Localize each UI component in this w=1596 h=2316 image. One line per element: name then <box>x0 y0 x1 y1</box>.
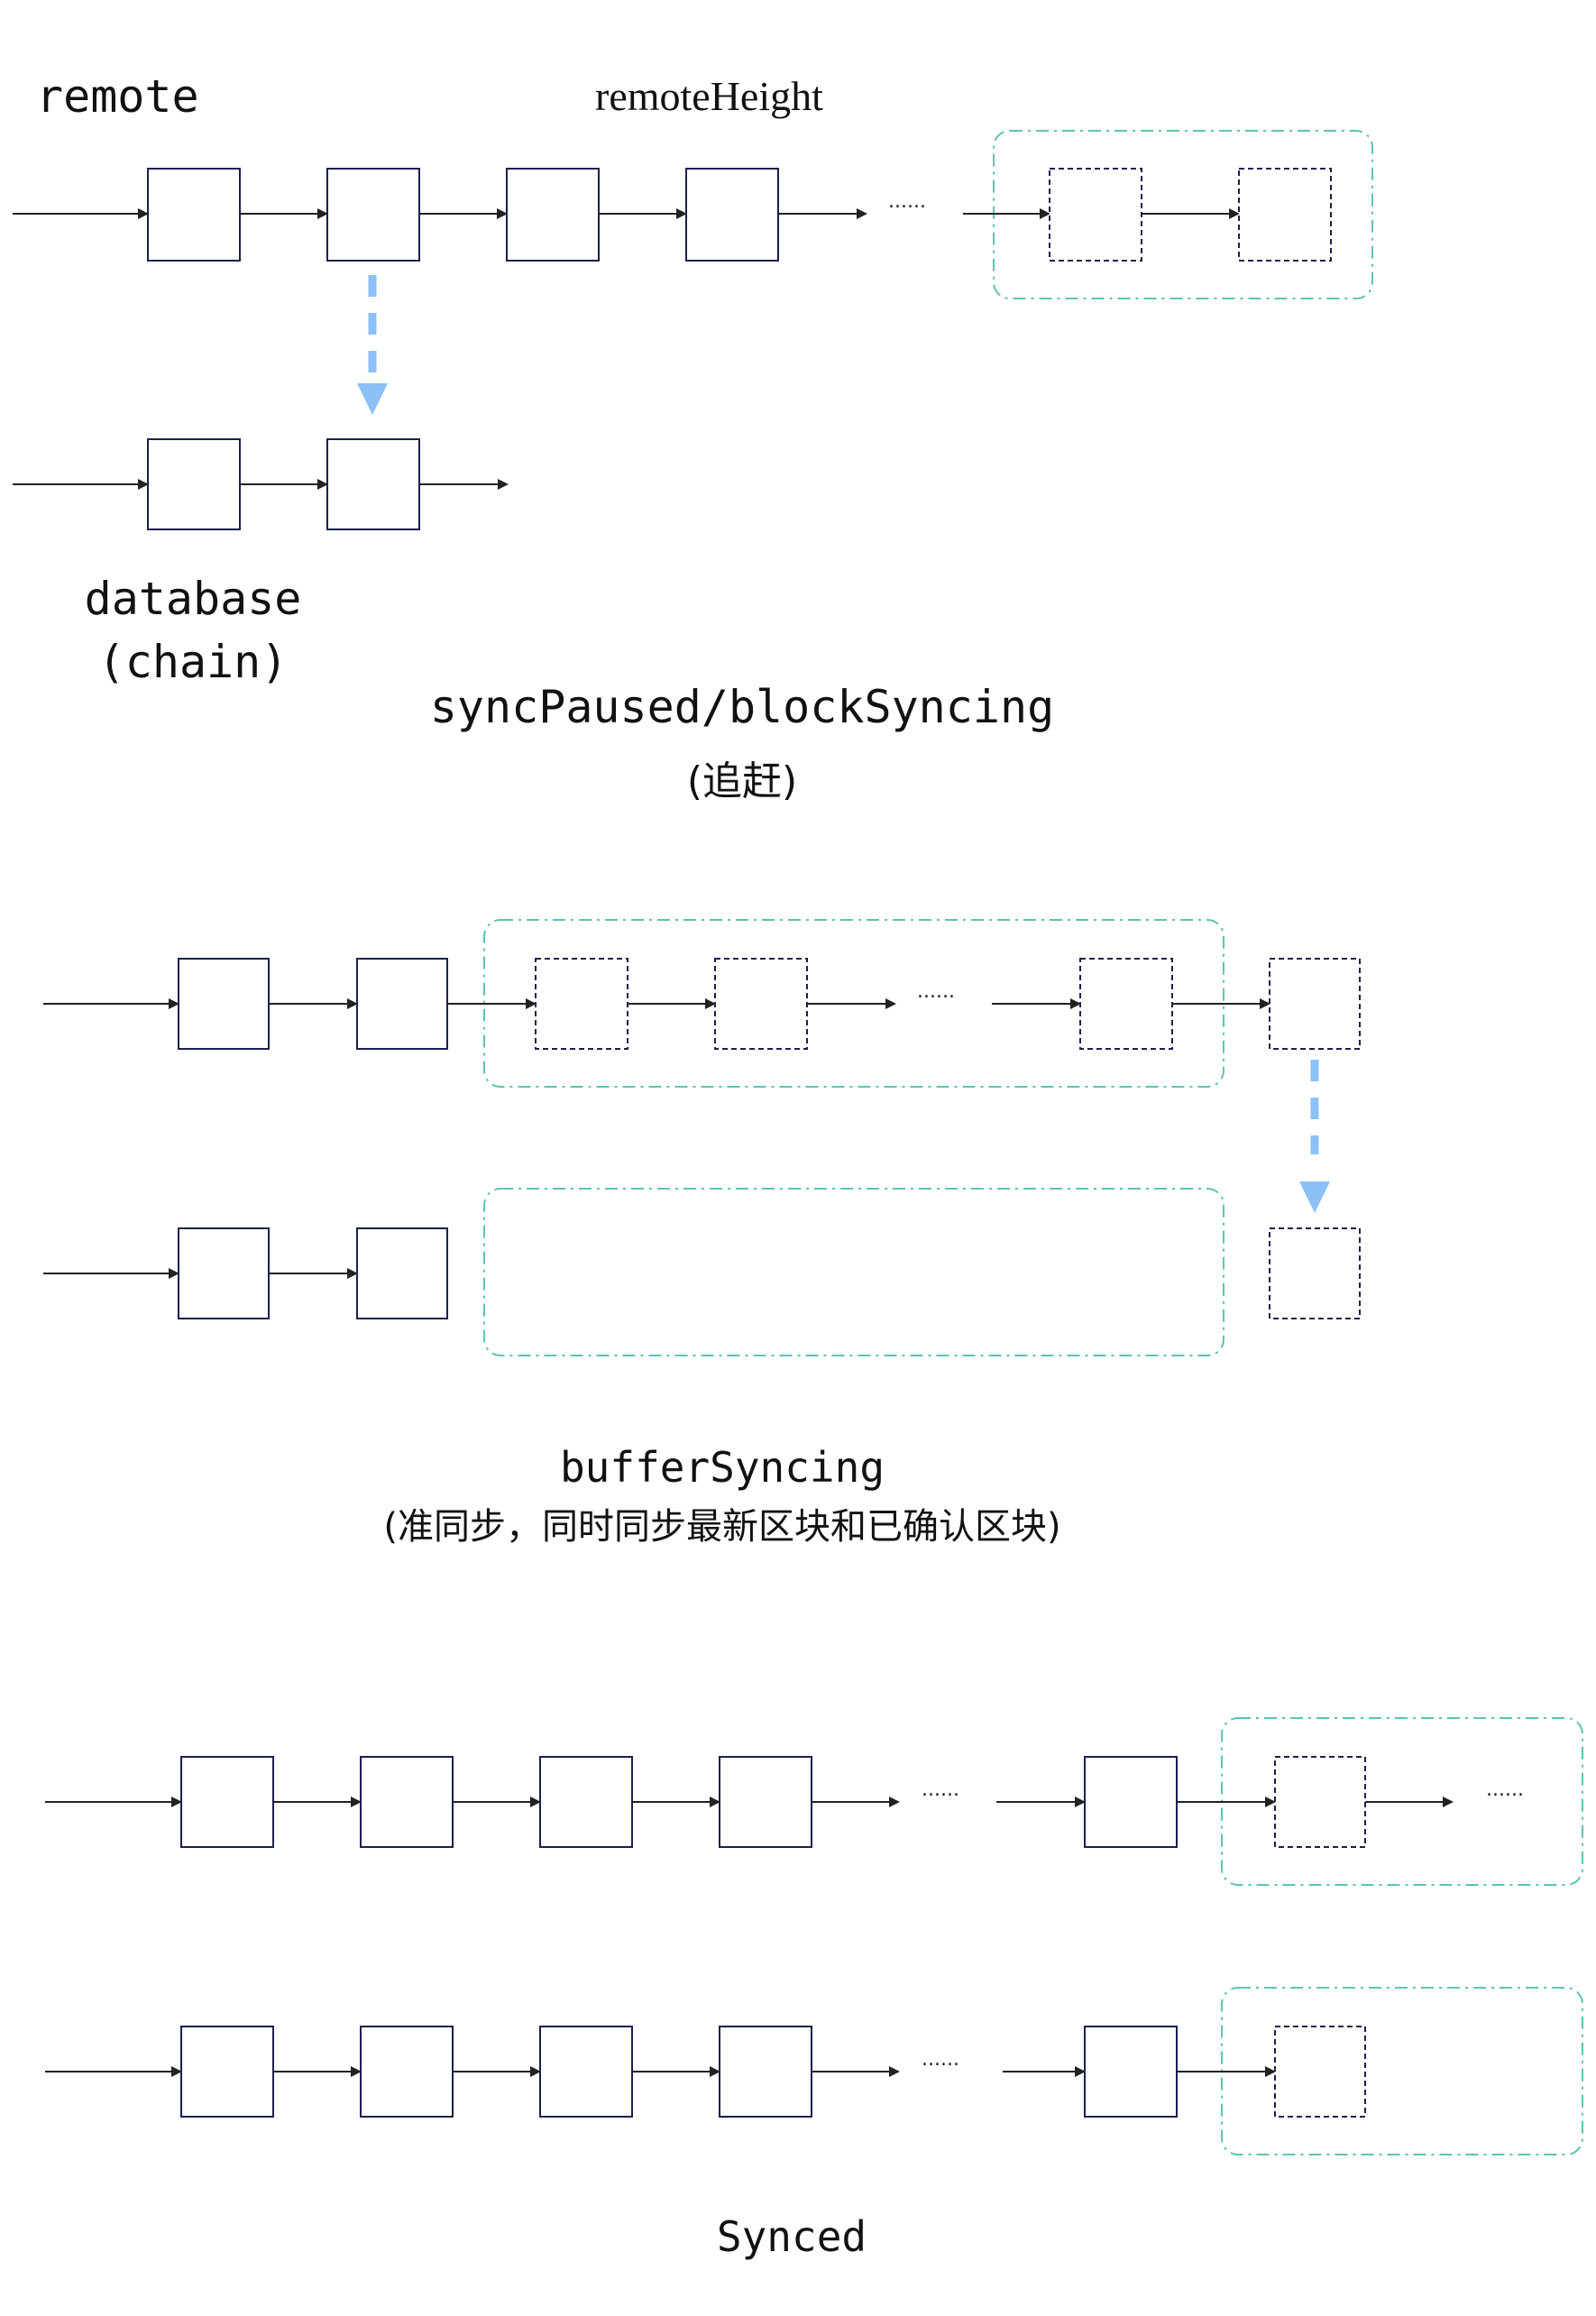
pending-block <box>535 958 628 1050</box>
remote-block <box>539 1756 633 1848</box>
remote-block <box>506 168 600 262</box>
pending-block <box>1238 168 1332 262</box>
remote-block <box>719 1756 812 1848</box>
database-block <box>539 2026 633 2118</box>
section-synced: ...... ...... ...... <box>45 1717 1583 2155</box>
database-block <box>356 1227 448 1319</box>
ellipsis: ...... <box>922 2048 959 2071</box>
remote-block <box>356 958 448 1050</box>
sync-arrow-head <box>1299 1181 1330 1213</box>
database-block <box>719 2026 812 2118</box>
sync-arrow-head <box>357 383 388 415</box>
pending-block <box>1079 958 1173 1050</box>
pending-block <box>1049 168 1142 262</box>
section-buffersyncing: ...... <box>43 919 1361 1356</box>
pending-block <box>714 958 808 1050</box>
remote-block <box>326 168 420 262</box>
database-block <box>147 438 241 530</box>
ellipsis: ...... <box>917 980 955 1003</box>
latest-block <box>1269 958 1361 1050</box>
remote-block <box>685 168 779 262</box>
pending-block <box>1274 2026 1366 2118</box>
ellipsis: ...... <box>888 190 926 213</box>
latest-block <box>1269 1227 1361 1319</box>
ellipsis: ...... <box>922 1778 959 1801</box>
database-block <box>178 1227 270 1319</box>
sync-state-diagram: ...... ...... ...... ...... ...... <box>13 130 1583 2155</box>
database-block <box>1084 2026 1178 2118</box>
remote-block <box>1084 1756 1178 1848</box>
remote-block <box>147 168 241 262</box>
database-block <box>180 2026 274 2118</box>
pending-block <box>1274 1756 1366 1848</box>
section-syncpaused: ...... <box>13 130 1373 530</box>
remote-block <box>178 958 270 1050</box>
buffer-range-database <box>483 1188 1225 1356</box>
remote-block <box>360 1756 454 1848</box>
database-block <box>360 2026 454 2118</box>
ellipsis: ...... <box>1486 1778 1524 1801</box>
remote-block <box>180 1756 274 1848</box>
database-block <box>326 438 420 530</box>
